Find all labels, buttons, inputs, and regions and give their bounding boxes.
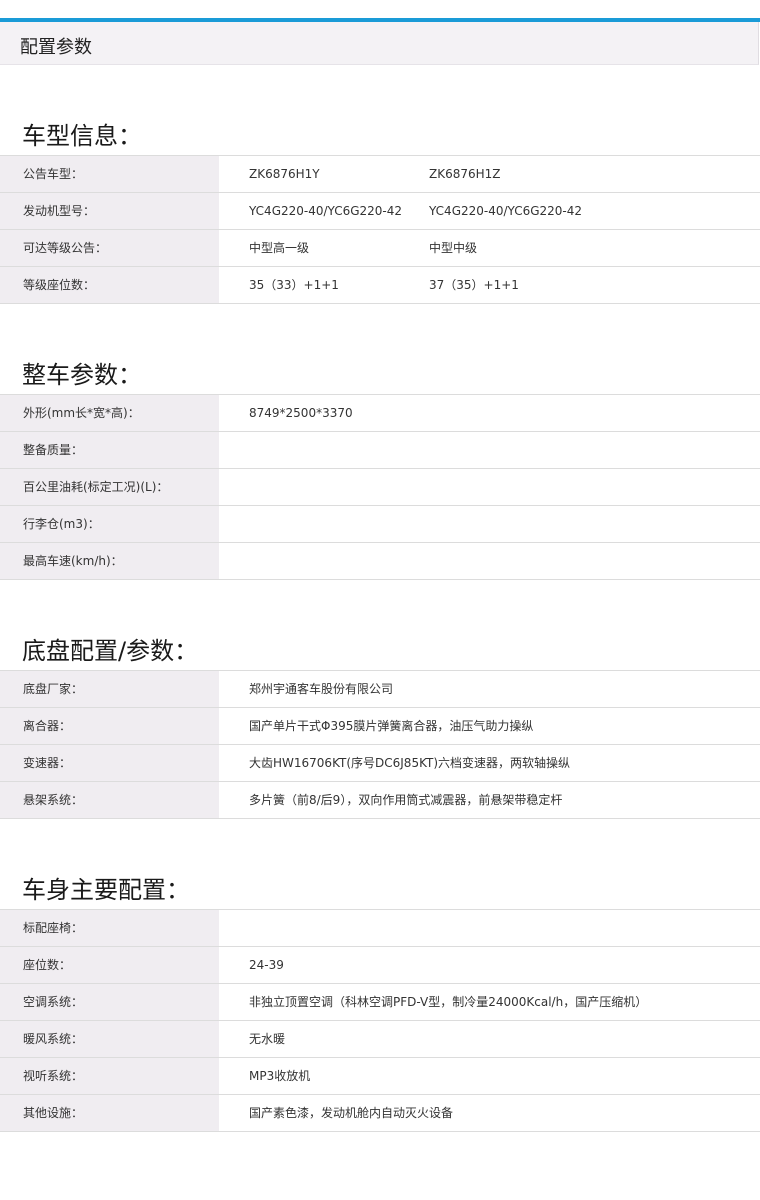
- spec-table: 底盘厂家： 郑州宇通客车股份有限公司 离合器： 国产单片干式Φ395膜片弹簧离合…: [0, 670, 760, 819]
- table-row: 离合器： 国产单片干式Φ395膜片弹簧离合器，油压气助力操纵: [0, 708, 760, 745]
- section-title: 底盘配置/参数：: [22, 637, 199, 665]
- row-value: MP3收放机: [249, 1069, 311, 1083]
- row-value: 多片簧（前8/后9），双向作用筒式减震器，前悬架带稳定杆: [249, 793, 563, 807]
- row-label: 公告车型：: [0, 156, 219, 192]
- row-value: YC4G220-40/YC6G220-42: [429, 204, 583, 218]
- table-row: 变速器： 大齿HW16706KT(序号DC6J85KT)六档变速器，两软轴操纵: [0, 745, 760, 782]
- row-label: 其他设施：: [0, 1095, 219, 1131]
- row-label: 外形(mm长*宽*高)：: [0, 395, 219, 431]
- row-value: 37（35）+1+1: [429, 278, 519, 292]
- table-row: 其他设施： 国产素色漆，发动机舱内自动灭火设备: [0, 1095, 760, 1132]
- section-title: 车身主要配置：: [22, 876, 190, 904]
- row-value: ZK6876H1Y: [249, 167, 320, 181]
- spec-table: 外形(mm长*宽*高)： 8749*2500*3370 整备质量： 百公里油耗(…: [0, 394, 760, 580]
- row-label: 百公里油耗(标定工况)(L)：: [0, 469, 219, 505]
- row-value: 大齿HW16706KT(序号DC6J85KT)六档变速器，两软轴操纵: [249, 756, 571, 770]
- row-label: 底盘厂家：: [0, 671, 219, 707]
- row-label: 视听系统：: [0, 1058, 219, 1094]
- table-row: 标配座椅：: [0, 910, 760, 947]
- section-title: 整车参数：: [22, 361, 142, 389]
- spec-table: 标配座椅： 座位数： 24-39 空调系统： 非独立顶置空调（科林空调PFD-V…: [0, 909, 760, 1132]
- row-label: 标配座椅：: [0, 910, 219, 946]
- row-label: 最高车速(km/h)：: [0, 543, 219, 579]
- table-row: 百公里油耗(标定工况)(L)：: [0, 469, 760, 506]
- row-label: 暖风系统：: [0, 1021, 219, 1057]
- row-value: 中型高一级: [249, 241, 310, 255]
- row-label: 悬架系统：: [0, 782, 219, 818]
- table-row: 视听系统： MP3收放机: [0, 1058, 760, 1095]
- table-row: 等级座位数： 35（33）+1+1 37（35）+1+1: [0, 267, 760, 304]
- row-label: 离合器：: [0, 708, 219, 744]
- page-header: 配置参数: [0, 22, 759, 65]
- section-title: 车型信息：: [22, 122, 142, 150]
- row-value: ZK6876H1Z: [429, 167, 501, 181]
- table-row: 发动机型号： YC4G220-40/YC6G220-42 YC4G220-40/…: [0, 193, 760, 230]
- row-value: 35（33）+1+1: [249, 278, 339, 292]
- row-value: 中型中级: [429, 241, 478, 255]
- page-title: 配置参数: [20, 37, 92, 58]
- row-label: 发动机型号：: [0, 193, 219, 229]
- row-label: 可达等级公告：: [0, 230, 219, 266]
- row-value: 郑州宇通客车股份有限公司: [249, 682, 394, 696]
- row-value: 无水暖: [249, 1032, 286, 1046]
- table-row: 可达等级公告： 中型高一级 中型中级: [0, 230, 760, 267]
- table-row: 整备质量：: [0, 432, 760, 469]
- table-row: 外形(mm长*宽*高)： 8749*2500*3370: [0, 395, 760, 432]
- row-value: YC4G220-40/YC6G220-42: [249, 204, 403, 218]
- row-label: 空调系统：: [0, 984, 219, 1020]
- row-value: 非独立顶置空调（科林空调PFD-V型，制冷量24000Kcal/h，国产压缩机）: [249, 995, 648, 1009]
- row-label: 等级座位数：: [0, 267, 219, 303]
- row-label: 行李仓(m3)：: [0, 506, 219, 542]
- table-row: 公告车型： ZK6876H1Y ZK6876H1Z: [0, 156, 760, 193]
- row-label: 变速器：: [0, 745, 219, 781]
- row-value: 国产素色漆，发动机舱内自动灭火设备: [249, 1106, 454, 1120]
- row-value: 24-39: [249, 958, 284, 972]
- table-row: 空调系统： 非独立顶置空调（科林空调PFD-V型，制冷量24000Kcal/h，…: [0, 984, 760, 1021]
- table-row: 悬架系统： 多片簧（前8/后9），双向作用筒式减震器，前悬架带稳定杆: [0, 782, 760, 819]
- table-row: 底盘厂家： 郑州宇通客车股份有限公司: [0, 671, 760, 708]
- row-label: 座位数：: [0, 947, 219, 983]
- row-value: 国产单片干式Φ395膜片弹簧离合器，油压气助力操纵: [249, 719, 534, 733]
- table-row: 最高车速(km/h)：: [0, 543, 760, 580]
- table-row: 行李仓(m3)：: [0, 506, 760, 543]
- table-row: 暖风系统： 无水暖: [0, 1021, 760, 1058]
- row-value: 8749*2500*3370: [249, 406, 353, 420]
- spec-table: 公告车型： ZK6876H1Y ZK6876H1Z 发动机型号： YC4G220…: [0, 155, 760, 304]
- row-label: 整备质量：: [0, 432, 219, 468]
- table-row: 座位数： 24-39: [0, 947, 760, 984]
